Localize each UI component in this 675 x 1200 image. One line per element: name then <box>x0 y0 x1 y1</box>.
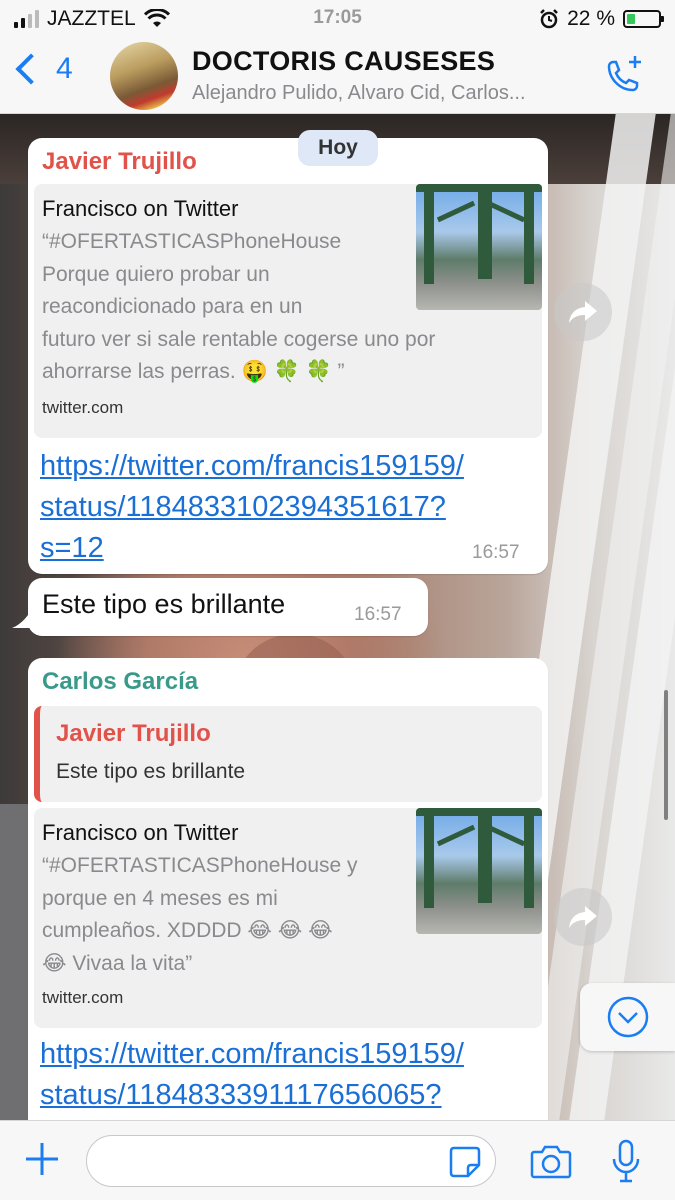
preview-description: “#OFERTASTICASPhoneHouse Porque quiero p… <box>42 230 436 383</box>
add-call-icon[interactable] <box>599 52 647 100</box>
unread-count: 4 <box>56 52 73 85</box>
forward-button[interactable] <box>554 283 612 341</box>
preview-thumbnail <box>416 184 542 310</box>
microphone-icon[interactable] <box>610 1139 642 1183</box>
scrollbar[interactable] <box>664 690 668 820</box>
chat-participants[interactable]: Alejandro Pulido, Alvaro Cid, Carlos... <box>192 82 526 105</box>
link-preview[interactable]: Francisco on Twitter “#OFERTASTICASPhone… <box>34 808 542 1028</box>
message-time: 16:57 <box>354 604 402 625</box>
preview-title: Francisco on Twitter <box>42 820 239 845</box>
battery-percent: 22 % <box>567 7 615 30</box>
quoted-message[interactable]: Javier Trujillo Este tipo es brillante <box>34 706 542 802</box>
message-text: Este tipo es brillante <box>42 589 286 619</box>
chat-title[interactable]: DOCTORIS CAUSESES <box>192 46 495 77</box>
chevron-left-icon <box>15 53 47 85</box>
message-bubble[interactable]: Javier Trujillo Francisco on Twitter “#O… <box>28 138 548 574</box>
preview-thumbnail <box>416 808 542 934</box>
message-time: 16:57 <box>472 542 520 563</box>
preview-description: “#OFERTASTICASPhoneHouse y porque en 4 m… <box>42 854 358 975</box>
message-link[interactable]: https://twitter.com/francis159159/ statu… <box>40 446 464 569</box>
battery-icon <box>623 10 664 28</box>
date-badge: Hoy <box>298 130 378 166</box>
message-input[interactable] <box>86 1135 496 1187</box>
plus-icon[interactable] <box>24 1141 60 1177</box>
quoted-text: Este tipo es brillante <box>56 760 246 783</box>
preview-title: Francisco on Twitter <box>42 196 239 221</box>
camera-icon[interactable] <box>530 1143 572 1179</box>
alarm-icon <box>540 9 559 29</box>
message-bubble[interactable]: Carlos García Javier Trujillo Este tipo … <box>28 658 548 1120</box>
chat-header: 4 DOCTORIS CAUSESES Alejandro Pulido, Al… <box>0 36 675 114</box>
bubble-tail <box>12 606 34 628</box>
group-avatar[interactable] <box>110 42 178 110</box>
sticker-icon[interactable] <box>448 1145 482 1179</box>
forward-icon <box>569 301 597 323</box>
message-bubble[interactable]: Este tipo es brillante 16:57 <box>28 578 428 636</box>
status-bar: JAZZTEL 17:05 22 % <box>0 0 675 36</box>
sender-name: Carlos García <box>42 668 199 695</box>
message-link[interactable]: https://twitter.com/francis159159/ statu… <box>40 1034 464 1116</box>
sender-name: Javier Trujillo <box>42 148 197 175</box>
composer-bar <box>0 1120 675 1200</box>
link-preview[interactable]: Francisco on Twitter “#OFERTASTICASPhone… <box>34 184 542 438</box>
preview-domain: twitter.com <box>42 988 124 1007</box>
preview-domain: twitter.com <box>42 398 124 417</box>
forward-button[interactable] <box>554 888 612 946</box>
scroll-to-bottom-button[interactable] <box>580 983 675 1051</box>
forward-icon <box>569 906 597 928</box>
chevron-down-circle-icon <box>607 996 648 1038</box>
back-button[interactable]: 4 <box>12 52 73 86</box>
quoted-sender: Javier Trujillo <box>56 720 211 747</box>
